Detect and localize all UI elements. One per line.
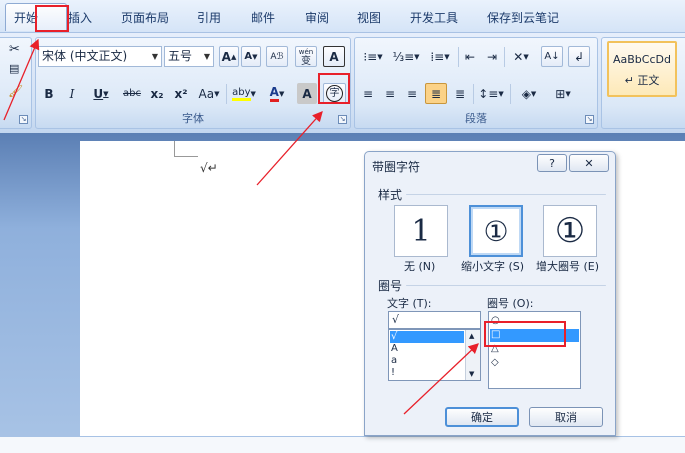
annotation-arrows [3,38,479,415]
annotation-arrow [403,343,479,415]
annotation-arrow [3,38,40,121]
annotation-arrow [256,111,323,186]
